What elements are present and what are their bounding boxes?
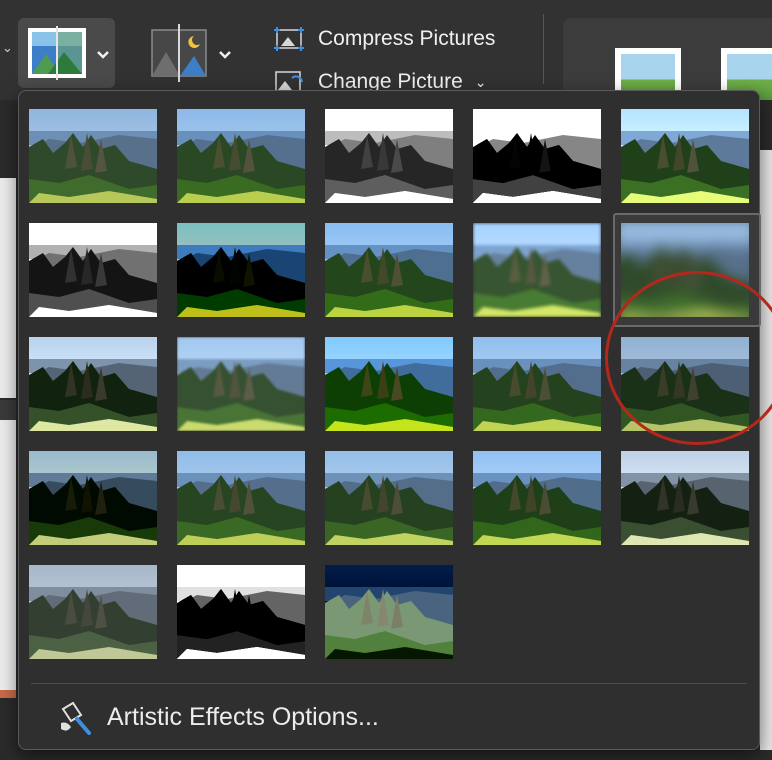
effect-photocopy-thumbnail[interactable] — [177, 565, 305, 659]
landscape-image — [325, 451, 453, 545]
chevron-down-icon[interactable]: ⌄ — [475, 74, 487, 91]
landscape-image — [177, 337, 305, 431]
landscape-image — [621, 451, 749, 545]
landscape-image — [29, 109, 157, 203]
artistic-effects-icon — [151, 24, 231, 82]
compress-pictures-icon — [272, 25, 306, 53]
landscape-image — [29, 451, 157, 545]
document-edge — [0, 178, 16, 398]
color-button[interactable] — [18, 18, 115, 88]
landscape-image — [177, 565, 305, 659]
landscape-image — [473, 451, 601, 545]
effect-crisscross-etching-thumbnail[interactable] — [325, 451, 453, 545]
effect-line-drawing-thumbnail[interactable] — [621, 109, 749, 203]
artistic-effects-options-label: Artistic Effects Options... — [107, 702, 379, 731]
effect-chalk-sketch-thumbnail[interactable] — [29, 223, 157, 317]
artistic-effects-options-button[interactable]: Artistic Effects Options... — [57, 695, 379, 739]
effect-light-screen-thumbnail[interactable] — [29, 337, 157, 431]
effect-paint-brush-thumbnail[interactable] — [325, 223, 453, 317]
effect-cutout-thumbnail[interactable] — [29, 565, 157, 659]
color-icon — [28, 26, 109, 80]
landscape-image — [177, 223, 305, 317]
artistic-effects-gallery: Artistic Effects Options... — [18, 90, 772, 750]
effect-none-thumbnail[interactable] — [29, 109, 157, 203]
effect-pastels-smooth-thumbnail[interactable] — [473, 451, 601, 545]
chevron-down-icon[interactable]: ⌄ — [2, 40, 13, 56]
landscape-image — [473, 337, 601, 431]
ribbon-divider — [543, 14, 544, 84]
landscape-image — [29, 223, 157, 317]
landscape-image — [325, 223, 453, 317]
effect-watercolor-sponge-thumbnail[interactable] — [177, 337, 305, 431]
effect-mosaic-bubbles-thumbnail[interactable] — [473, 337, 601, 431]
landscape-image — [177, 109, 305, 203]
landscape-image — [621, 109, 749, 203]
compress-pictures-label: Compress Pictures — [318, 27, 496, 50]
landscape-image — [325, 109, 453, 203]
compress-pictures-button[interactable]: Compress Pictures — [272, 24, 495, 54]
effect-pencil-sketch-thumbnail[interactable] — [473, 109, 601, 203]
effect-pencil-grayscale-thumbnail[interactable] — [325, 109, 453, 203]
gallery-separator — [31, 683, 747, 684]
artistic-effects-button[interactable] — [140, 18, 240, 88]
effect-glow-edges-thumbnail[interactable] — [325, 565, 453, 659]
effect-film-grain-thumbnail[interactable] — [325, 337, 453, 431]
landscape-image — [29, 337, 157, 431]
picture-styles-panel — [563, 18, 772, 100]
effect-cement-thumbnail[interactable] — [29, 451, 157, 545]
paintbrush-icon — [57, 697, 97, 737]
effect-marker-thumbnail[interactable] — [177, 109, 305, 203]
document-edge — [0, 400, 16, 420]
landscape-image — [325, 565, 453, 659]
effect-texturizer-thumbnail[interactable] — [177, 451, 305, 545]
landscape-image — [325, 337, 453, 431]
landscape-image — [177, 451, 305, 545]
landscape-image — [473, 109, 601, 203]
effect-glow-diffused-thumbnail[interactable] — [473, 223, 601, 317]
document-edge — [0, 690, 16, 698]
document-edge — [0, 420, 16, 690]
picture-format-ribbon: ⌄ Compress Pictures Change Picture ⌄ — [0, 0, 772, 100]
effect-paint-strokes-thumbnail[interactable] — [177, 223, 305, 317]
landscape-image — [473, 223, 601, 317]
landscape-image — [29, 565, 157, 659]
document-edge — [760, 150, 772, 750]
effect-plastic-wrap-thumbnail[interactable] — [621, 451, 749, 545]
